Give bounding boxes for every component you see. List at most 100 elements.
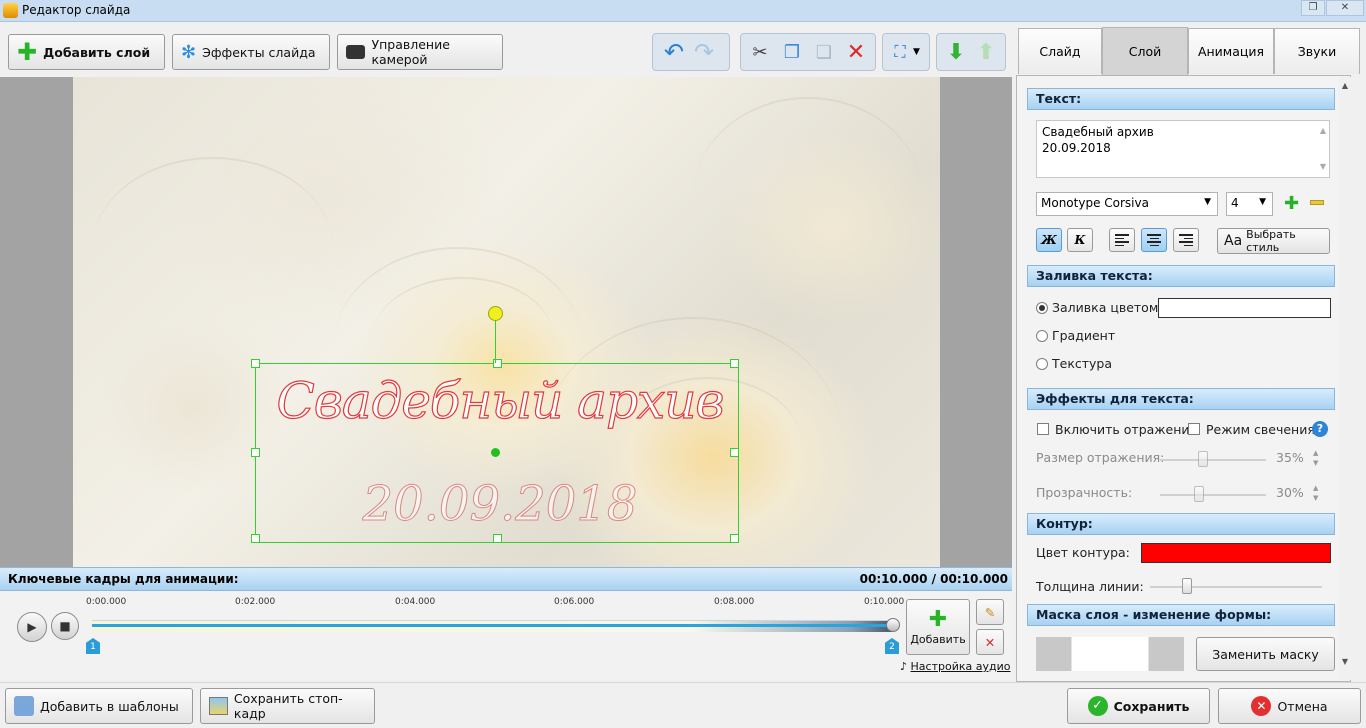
- gradient-radio[interactable]: [1036, 330, 1048, 342]
- app-icon: [3, 3, 18, 18]
- copy-icon[interactable]: ❐: [779, 39, 805, 65]
- timeline-tick-label: 0:00.000: [86, 597, 127, 607]
- paste-icon[interactable]: ❏: [811, 39, 837, 65]
- arrow-down-icon[interactable]: ⬇: [943, 39, 969, 65]
- help-icon[interactable]: ?: [1312, 421, 1328, 437]
- rotation-handle[interactable]: [488, 306, 503, 321]
- restore-icon[interactable]: ❐: [1301, 0, 1325, 16]
- font-size-select[interactable]: 4 ▼: [1226, 192, 1273, 216]
- timeline-tick-label: 0:10.000: [864, 597, 905, 607]
- resize-handle[interactable]: [251, 534, 260, 543]
- slide-text-line1: Свадебный архив: [276, 371, 725, 430]
- playhead-handle[interactable]: [886, 618, 900, 632]
- edit-group: ✂ ❐ ❏ ✕: [740, 33, 876, 71]
- align-center-button[interactable]: [1141, 228, 1167, 252]
- resize-handle[interactable]: [730, 534, 739, 543]
- close-window-icon[interactable]: ✕: [1326, 0, 1364, 16]
- redo-icon[interactable]: ↷: [691, 38, 717, 66]
- reflection-size-value[interactable]: 35%: [1276, 450, 1304, 465]
- panel-scrollbar[interactable]: ▲ ▼: [1338, 77, 1352, 680]
- resize-handle[interactable]: [251, 359, 260, 368]
- align-right-button[interactable]: [1173, 228, 1199, 252]
- spinner-arrows-icon[interactable]: ▲ ▼: [1313, 483, 1318, 503]
- scroll-up-icon[interactable]: ▲: [1320, 123, 1326, 139]
- fill-color-radio[interactable]: [1036, 302, 1048, 314]
- window-title: Редактор слайда: [22, 3, 131, 17]
- outline-color-label: Цвет контура:: [1036, 545, 1130, 560]
- tab-slide[interactable]: Слайд: [1018, 28, 1102, 74]
- tab-animation[interactable]: Анимация: [1188, 28, 1274, 74]
- align-left-button[interactable]: [1109, 228, 1135, 252]
- property-tabs: Слайд Слой Анимация Звуки: [1016, 27, 1366, 75]
- reflection-label: Включить отражение: [1055, 422, 1198, 437]
- outline-color-swatch[interactable]: [1141, 543, 1331, 563]
- reflection-checkbox[interactable]: [1037, 423, 1049, 435]
- stop-button[interactable]: ■: [51, 612, 79, 640]
- resize-handle[interactable]: [730, 448, 739, 457]
- decrease-size-icon[interactable]: [1310, 200, 1324, 205]
- reflection-size-knob[interactable]: [1198, 451, 1208, 467]
- glow-checkbox[interactable]: [1188, 423, 1200, 435]
- cut-icon[interactable]: ✂: [747, 39, 773, 65]
- keyframes-title: Ключевые кадры для анимации:: [8, 572, 239, 586]
- fill-color-swatch[interactable]: [1158, 298, 1331, 318]
- timeline-tick-label: 0:04.000: [395, 597, 436, 607]
- gradient-label: Градиент: [1052, 328, 1116, 343]
- audio-settings-link[interactable]: ♪ Настройка аудио: [900, 660, 1010, 673]
- add-layer-label: Добавить слой: [43, 44, 151, 60]
- font-select[interactable]: Monotype Corsiva ▼: [1036, 192, 1218, 216]
- italic-button[interactable]: К: [1067, 228, 1093, 252]
- transparency-slider[interactable]: [1160, 494, 1266, 496]
- save-frame-label: Сохранить стоп-кадр: [233, 691, 343, 721]
- camera-control-button[interactable]: Управление камерой: [337, 34, 503, 70]
- add-layer-button[interactable]: ✚ Добавить слой: [8, 34, 165, 70]
- tab-layer[interactable]: Слой: [1102, 27, 1188, 75]
- increase-size-icon[interactable]: ✚: [1284, 193, 1299, 214]
- fit-screen-icon[interactable]: ⛶: [887, 39, 913, 65]
- delete-icon[interactable]: ✕: [843, 39, 869, 65]
- timeline-progress: [92, 624, 892, 627]
- spinner-arrows-icon[interactable]: ▲ ▼: [1313, 448, 1318, 468]
- timeline-tick-label: 0:06.000: [554, 597, 595, 607]
- save-frame-button[interactable]: Сохранить стоп-кадр: [200, 688, 375, 724]
- keyframes-time: 00:10.000 / 00:10.000: [859, 572, 1008, 586]
- transparency-knob[interactable]: [1194, 486, 1204, 502]
- reflection-size-label: Размер отражения:: [1036, 450, 1165, 465]
- play-button[interactable]: ▶: [17, 612, 47, 642]
- slide-effects-button[interactable]: ✻ Эффекты слайда: [172, 34, 330, 70]
- undo-icon[interactable]: ↶: [661, 38, 687, 66]
- bold-button[interactable]: Ж: [1036, 228, 1062, 252]
- choose-style-button[interactable]: Aa Выбрать стиль: [1217, 228, 1330, 254]
- delete-keyframe-button[interactable]: ✕: [976, 629, 1004, 655]
- glow-label: Режим свечения: [1206, 422, 1315, 437]
- save-button[interactable]: ✓ Сохранить: [1067, 688, 1210, 724]
- line-width-knob[interactable]: [1182, 578, 1192, 594]
- line-width-slider[interactable]: [1150, 586, 1322, 588]
- scroll-down-icon[interactable]: ▼: [1320, 159, 1326, 175]
- camera-icon: [346, 45, 366, 59]
- text-input[interactable]: Свадебный архив 20.09.2018 ▲ ▼: [1036, 120, 1330, 178]
- add-to-templates-button[interactable]: Добавить в шаблоны: [5, 688, 193, 724]
- mask-preview[interactable]: [1036, 637, 1184, 671]
- tab-sounds[interactable]: Звуки: [1274, 28, 1360, 74]
- texture-radio[interactable]: [1036, 358, 1048, 370]
- add-keyframe-button[interactable]: ✚ Добавить: [906, 599, 970, 655]
- chevron-down-icon[interactable]: ▼: [913, 47, 920, 57]
- align-right-icon: [1179, 234, 1193, 246]
- resize-handle[interactable]: [730, 359, 739, 368]
- text-section-header: Текст:: [1027, 88, 1335, 110]
- reflection-size-slider[interactable]: [1160, 459, 1266, 461]
- cancel-button[interactable]: ✕ Отмена: [1218, 688, 1361, 724]
- edit-keyframe-button[interactable]: ✎: [976, 599, 1004, 625]
- transparency-value[interactable]: 30%: [1276, 485, 1304, 500]
- effects-section-header: Эффекты для текста:: [1027, 388, 1335, 410]
- arrow-up-icon[interactable]: ⬆: [973, 39, 999, 65]
- snowflake-icon: ✻: [181, 41, 197, 63]
- resize-handle[interactable]: [493, 534, 502, 543]
- center-handle[interactable]: [491, 448, 500, 457]
- plus-icon: ✚: [928, 606, 948, 632]
- replace-mask-button[interactable]: Заменить маску: [1196, 637, 1335, 671]
- chevron-down-icon: ▼: [1204, 197, 1211, 207]
- resize-handle[interactable]: [251, 448, 260, 457]
- play-icon: ▶: [27, 620, 37, 634]
